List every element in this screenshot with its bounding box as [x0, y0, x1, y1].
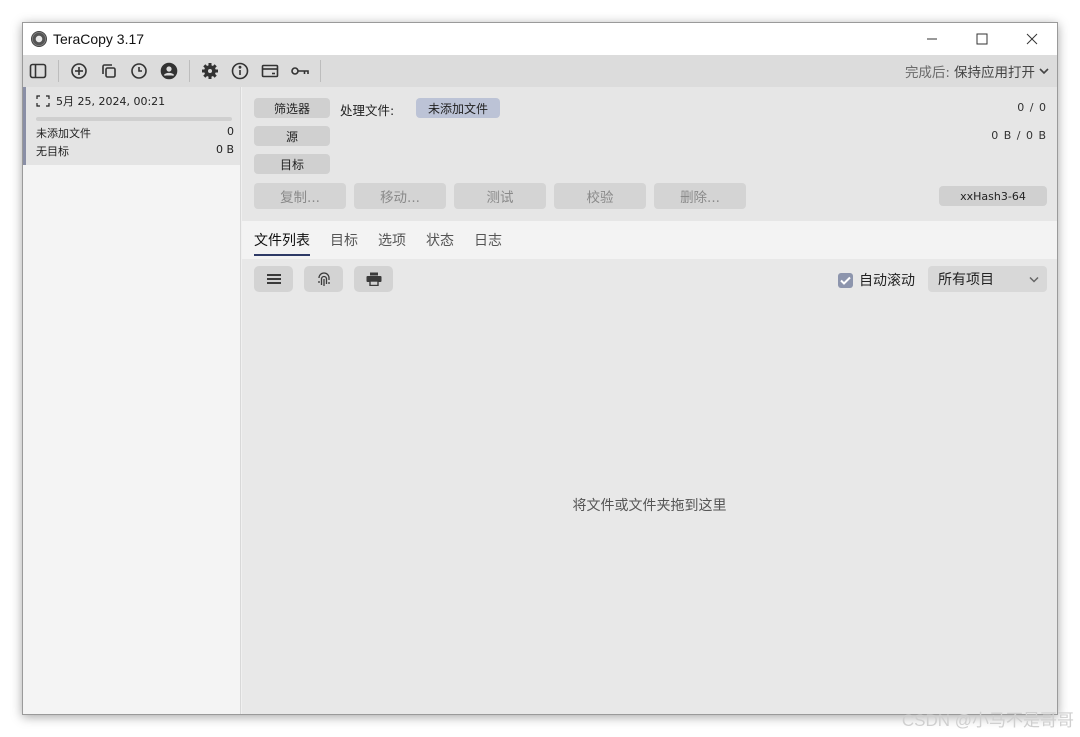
after-complete-dropdown[interactable]: 完成后: 保持应用打开 [905, 61, 1049, 81]
file-count: 0 / 0 [1017, 101, 1047, 114]
add-circle-icon [71, 63, 87, 79]
printer-icon [366, 272, 381, 286]
processing-label: 处理文件: [340, 103, 395, 118]
history-clock-icon [131, 63, 147, 79]
after-complete-label: 完成后: [904, 65, 950, 81]
window-controls [907, 23, 1057, 55]
session-datetime: 5月 25, 2024, 00:21 [56, 95, 166, 108]
account-button[interactable] [154, 57, 184, 85]
filter-button[interactable]: 筛选器 [254, 98, 330, 118]
session-target-value: 0 B [215, 143, 234, 156]
sidebar-toggle-icon [29, 63, 47, 79]
fingerprint-button[interactable] [304, 266, 343, 292]
test-button[interactable]: 测试 [454, 183, 546, 209]
move-button[interactable]: 移动... [354, 183, 446, 209]
session-target-row: 无目标 0 B [36, 143, 234, 159]
sidebar-toggle-button[interactable] [23, 57, 53, 85]
title-bar: TeraCopy 3.17 [23, 23, 1057, 55]
item-filter-value: 所有项目 [938, 272, 994, 288]
session-progress-bar [36, 117, 232, 121]
info-icon [231, 62, 249, 80]
tab-log[interactable]: 日志 [474, 226, 502, 254]
toolbar-divider [189, 60, 190, 82]
toolbar-divider [320, 60, 321, 82]
menu-button[interactable] [254, 266, 293, 292]
size-count: 0 B / 0 B [991, 129, 1047, 142]
settings-button[interactable] [195, 57, 225, 85]
checkmark-icon [840, 276, 851, 285]
close-icon [1026, 33, 1038, 45]
print-button[interactable] [354, 266, 393, 292]
maximize-button[interactable] [957, 23, 1007, 55]
source-button[interactable]: 源 [254, 126, 330, 146]
tab-options[interactable]: 选项 [378, 226, 406, 254]
tab-file-list[interactable]: 文件列表 [254, 226, 310, 256]
autoscroll-toggle[interactable]: 自动滚动 [838, 270, 915, 290]
session-item[interactable]: 5月 25, 2024, 00:21 未添加文件 0 无目标 0 B [23, 87, 240, 165]
session-sidebar: 5月 25, 2024, 00:21 未添加文件 0 无目标 0 B [23, 87, 241, 714]
minimize-button[interactable] [907, 23, 957, 55]
job-panel: 筛选器 处理文件: 未添加文件 0 / 0 源 0 B / 0 B 目标 复制.… [242, 87, 1057, 221]
copy-files-icon [102, 64, 116, 78]
session-files-value: 0 [227, 125, 234, 138]
window-title: TeraCopy 3.17 [53, 31, 145, 47]
app-window: TeraCopy 3.17 完成后: 保持应用打开 5月 25, 2024, 0… [22, 22, 1058, 715]
processing-status-badge: 未添加文件 [416, 98, 500, 118]
expand-brackets-icon [36, 95, 50, 107]
drop-zone-hint: 将文件或文件夹拖到这里 [572, 498, 727, 514]
key-icon [291, 67, 309, 75]
delete-button[interactable]: 删除... [654, 183, 746, 209]
copy-button[interactable]: 复制... [254, 183, 346, 209]
item-filter-select[interactable]: 所有项目 [928, 266, 1047, 292]
user-icon [160, 62, 178, 80]
file-list-area[interactable]: 自动滚动 所有项目 将文件或文件夹拖到这里 [242, 259, 1057, 714]
about-button[interactable] [225, 57, 255, 85]
list-toolbar [254, 266, 393, 292]
chevron-down-icon [1029, 271, 1039, 287]
teracopy-logo-icon [31, 31, 47, 47]
minimize-icon [927, 38, 937, 40]
license-button[interactable] [285, 57, 315, 85]
card-icon [261, 64, 279, 78]
main-panel: 筛选器 处理文件: 未添加文件 0 / 0 源 0 B / 0 B 目标 复制.… [242, 87, 1057, 714]
add-button[interactable] [64, 57, 94, 85]
gear-icon [202, 63, 218, 79]
tab-bar: 文件列表 目标 选项 状态 日志 [242, 221, 1057, 259]
hamburger-menu-icon [266, 274, 281, 284]
close-button[interactable] [1007, 23, 1057, 55]
session-files-label: 未添加文件 [36, 127, 91, 140]
session-header: 5月 25, 2024, 00:21 [36, 93, 232, 109]
hash-algorithm-button[interactable]: xxHash3-64 [939, 186, 1047, 206]
tab-status[interactable]: 状态 [426, 226, 454, 254]
card-button[interactable] [255, 57, 285, 85]
history-button[interactable] [124, 57, 154, 85]
main-toolbar: 完成后: 保持应用打开 [23, 55, 1057, 87]
autoscroll-label: 自动滚动 [859, 273, 915, 289]
after-complete-value: 保持应用打开 [954, 65, 1035, 81]
session-files-row: 未添加文件 0 [36, 125, 234, 141]
toolbar-divider [58, 60, 59, 82]
verify-button[interactable]: 校验 [554, 183, 646, 209]
watermark: CSDN @小马不是哥哥 [901, 711, 1074, 730]
fingerprint-icon [317, 272, 330, 286]
chevron-down-icon [1039, 68, 1049, 75]
session-target-label: 无目标 [36, 145, 69, 158]
target-button[interactable]: 目标 [254, 154, 330, 174]
autoscroll-checkbox[interactable] [838, 272, 853, 288]
copy-files-button[interactable] [94, 57, 124, 85]
maximize-icon [976, 33, 988, 45]
tab-target[interactable]: 目标 [330, 226, 358, 254]
